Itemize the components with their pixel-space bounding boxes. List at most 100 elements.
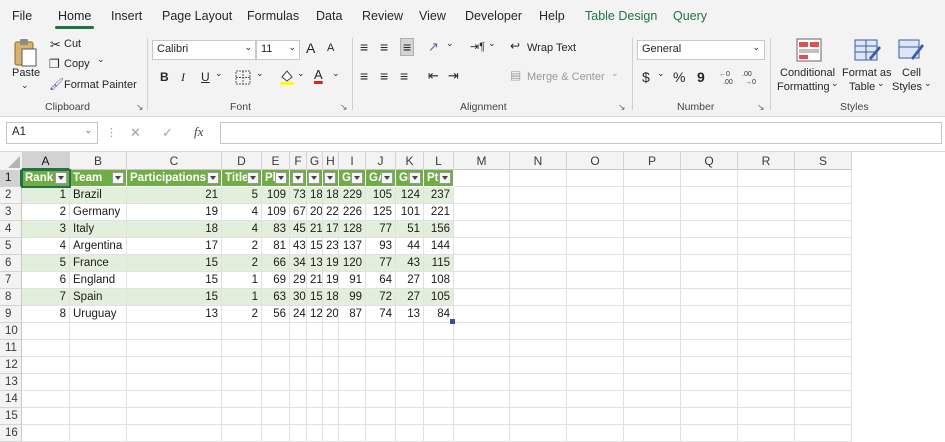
cell-b11[interactable] xyxy=(70,340,127,357)
cell-d16[interactable] xyxy=(222,425,262,442)
name-box[interactable]: A1 ⌄ xyxy=(6,122,98,144)
table-cell-d[interactable]: 13 xyxy=(307,255,323,272)
cell-b16[interactable] xyxy=(70,425,127,442)
increase-indent-icon[interactable]: ⇥ xyxy=(448,68,459,84)
cell-a12[interactable] xyxy=(22,357,70,374)
cell-p5[interactable] xyxy=(624,238,681,255)
table-cell-team[interactable]: Uruguay xyxy=(70,306,127,323)
filter-dropdown-icon[interactable] xyxy=(275,172,287,184)
menu-tab-view[interactable]: View xyxy=(419,9,446,23)
cell-q13[interactable] xyxy=(681,374,738,391)
cell-s11[interactable] xyxy=(795,340,852,357)
text-direction-dropdown-icon[interactable]: ⌄ xyxy=(488,38,496,49)
table-cell-ga[interactable]: 77 xyxy=(366,255,396,272)
cell-o7[interactable] xyxy=(567,272,624,289)
merge-center-icon[interactable]: ▤ xyxy=(510,68,521,82)
filter-dropdown-icon[interactable] xyxy=(292,172,304,184)
cell-q12[interactable] xyxy=(681,357,738,374)
cell-q15[interactable] xyxy=(681,408,738,425)
paste-button-label[interactable]: Paste xyxy=(12,67,40,79)
row-header-2[interactable]: 2 xyxy=(0,187,22,204)
clipboard-launcher-icon[interactable]: ↘ xyxy=(136,102,144,113)
table-header-titles[interactable]: Titles xyxy=(222,170,262,187)
cell-l15[interactable] xyxy=(424,408,454,425)
cell-m1[interactable] xyxy=(454,170,510,187)
conditional-formatting-button-line2[interactable]: Formatting xyxy=(777,81,830,93)
cell-s6[interactable] xyxy=(795,255,852,272)
cell-r10[interactable] xyxy=(738,323,795,340)
cell-s16[interactable] xyxy=(795,425,852,442)
cell-b14[interactable] xyxy=(70,391,127,408)
cell-a15[interactable] xyxy=(22,408,70,425)
table-cell-pts[interactable]: 156 xyxy=(424,221,454,238)
column-header-i[interactable]: I xyxy=(339,152,366,170)
cell-j10[interactable] xyxy=(366,323,396,340)
column-header-a[interactable]: A xyxy=(22,152,70,170)
column-header-s[interactable]: S xyxy=(795,152,852,170)
cell-k10[interactable] xyxy=(396,323,424,340)
cell-f10[interactable] xyxy=(290,323,307,340)
cell-p8[interactable] xyxy=(624,289,681,306)
cell-o16[interactable] xyxy=(567,425,624,442)
table-cell-ga[interactable]: 64 xyxy=(366,272,396,289)
cell-d14[interactable] xyxy=(222,391,262,408)
table-cell-participations[interactable]: 18 xyxy=(127,221,222,238)
cell-e10[interactable] xyxy=(262,323,290,340)
cell-g13[interactable] xyxy=(307,374,323,391)
cell-styles-button-line2[interactable]: Styles xyxy=(892,81,922,93)
table-cell-l[interactable]: 17 xyxy=(323,221,339,238)
align-top-icon[interactable]: ≡ xyxy=(360,39,368,55)
decrease-decimal-icon[interactable]: .00→0 xyxy=(742,69,760,85)
table-cell-l[interactable]: 23 xyxy=(323,238,339,255)
table-cell-team[interactable]: Spain xyxy=(70,289,127,306)
row-header-15[interactable]: 15 xyxy=(0,408,22,425)
cell-o3[interactable] xyxy=(567,204,624,221)
column-header-d[interactable]: D xyxy=(222,152,262,170)
cell-styles-icon[interactable] xyxy=(897,36,925,64)
table-cell-l[interactable]: 19 xyxy=(323,272,339,289)
table-cell-l[interactable]: 19 xyxy=(323,255,339,272)
column-header-j[interactable]: J xyxy=(366,152,396,170)
cell-p3[interactable] xyxy=(624,204,681,221)
cell-p1[interactable] xyxy=(624,170,681,187)
cell-o14[interactable] xyxy=(567,391,624,408)
paste-dropdown-icon[interactable]: ⌄ xyxy=(21,80,29,91)
cell-j12[interactable] xyxy=(366,357,396,374)
cell-l14[interactable] xyxy=(424,391,454,408)
cell-n2[interactable] xyxy=(510,187,567,204)
table-cell-d[interactable]: 21 xyxy=(307,221,323,238)
cell-m11[interactable] xyxy=(454,340,510,357)
column-header-p[interactable]: P xyxy=(624,152,681,170)
table-cell-gd[interactable]: 43 xyxy=(396,255,424,272)
table-cell-pts[interactable]: 105 xyxy=(424,289,454,306)
cell-f13[interactable] xyxy=(290,374,307,391)
table-cell-w[interactable]: 67 xyxy=(290,204,307,221)
cell-n12[interactable] xyxy=(510,357,567,374)
cell-n3[interactable] xyxy=(510,204,567,221)
cell-l16[interactable] xyxy=(424,425,454,442)
cell-d11[interactable] xyxy=(222,340,262,357)
cell-b12[interactable] xyxy=(70,357,127,374)
cell-i16[interactable] xyxy=(339,425,366,442)
cell-h14[interactable] xyxy=(323,391,339,408)
cell-k11[interactable] xyxy=(396,340,424,357)
cell-n14[interactable] xyxy=(510,391,567,408)
cell-n11[interactable] xyxy=(510,340,567,357)
cell-n1[interactable] xyxy=(510,170,567,187)
format-painter-icon[interactable]: 🖌 xyxy=(49,77,64,91)
table-cell-team[interactable]: England xyxy=(70,272,127,289)
cell-s2[interactable] xyxy=(795,187,852,204)
conditional-formatting-icon[interactable] xyxy=(795,36,823,64)
table-cell-rank[interactable]: 8 xyxy=(22,306,70,323)
cell-k15[interactable] xyxy=(396,408,424,425)
table-header-d[interactable]: D xyxy=(307,170,323,187)
filter-dropdown-icon[interactable] xyxy=(55,172,67,184)
menu-tab-help[interactable]: Help xyxy=(539,9,565,23)
cell-n8[interactable] xyxy=(510,289,567,306)
cell-m7[interactable] xyxy=(454,272,510,289)
table-cell-w[interactable]: 73 xyxy=(290,187,307,204)
cell-o9[interactable] xyxy=(567,306,624,323)
table-header-pld[interactable]: Pld xyxy=(262,170,290,187)
cell-r8[interactable] xyxy=(738,289,795,306)
conditional-formatting-button[interactable]: Conditional xyxy=(780,67,835,79)
